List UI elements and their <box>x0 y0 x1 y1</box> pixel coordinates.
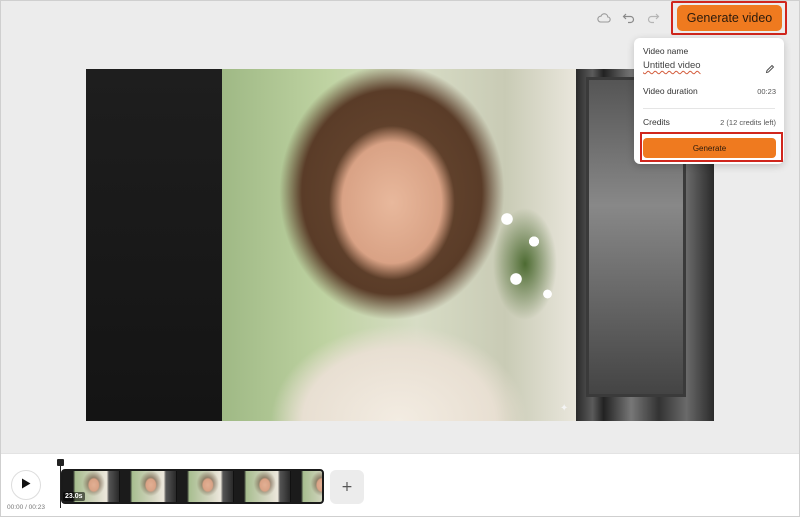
clip-thumbnail <box>120 471 177 502</box>
cloud-icon[interactable] <box>596 10 612 26</box>
add-clip-button[interactable]: + <box>330 470 364 504</box>
time-readout: 00:00 / 00:23 <box>7 504 45 511</box>
play-button[interactable] <box>11 470 41 500</box>
video-duration-value: 00:23 <box>757 87 776 96</box>
video-preview-canvas[interactable]: ✦ <box>86 69 714 421</box>
clip-thumbnail <box>291 471 322 502</box>
flowers-decoration <box>480 189 570 339</box>
video-clip-track[interactable] <box>61 469 324 504</box>
playhead[interactable] <box>60 462 61 508</box>
play-icon <box>21 476 31 494</box>
undo-icon[interactable] <box>621 10 637 26</box>
video-name-input[interactable]: Untitled video <box>643 60 701 71</box>
portrait-image <box>222 69 576 421</box>
generate-video-button[interactable]: Generate video <box>677 5 782 31</box>
generate-button[interactable]: Generate <box>643 138 776 158</box>
divider <box>643 108 775 109</box>
clip-thumbnail <box>234 471 291 502</box>
credits-value: 2 (12 credits left) <box>720 118 776 127</box>
left-dark-panel <box>86 69 222 421</box>
credits-label: Credits <box>643 117 670 127</box>
video-name-label: Video name <box>643 46 689 56</box>
sparkle-icon: ✦ <box>560 403 569 414</box>
playhead-handle[interactable] <box>57 459 64 466</box>
video-duration-label: Video duration <box>643 86 698 96</box>
pencil-icon[interactable] <box>765 61 775 74</box>
clip-duration-badge: 23.0s <box>63 492 85 501</box>
redo-icon[interactable] <box>645 10 661 26</box>
clip-thumbnail <box>177 471 234 502</box>
